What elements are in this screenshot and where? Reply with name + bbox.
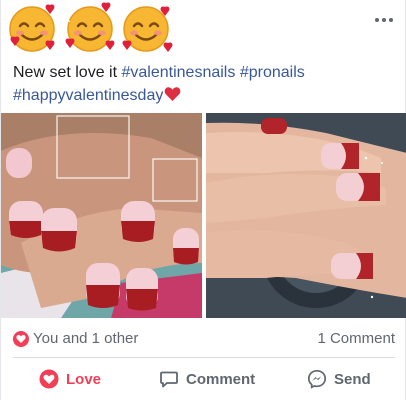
- love-button[interactable]: Love: [39, 366, 101, 392]
- heart-icon: [39, 369, 59, 389]
- caption-text: New set love it: [13, 64, 118, 81]
- smiling-hearts-emoji-icon: [65, 2, 115, 52]
- hashtag-link[interactable]: #valentinesnails: [122, 64, 236, 81]
- reaction-summary[interactable]: You and 1 other: [33, 330, 138, 347]
- more-dot-icon: [382, 18, 386, 22]
- love-label: Love: [66, 370, 102, 388]
- action-bar: Love Comment Send: [1, 362, 406, 396]
- more-dot-icon: [375, 18, 379, 22]
- reaction-bar: You and 1 other 1 Comment: [1, 322, 406, 354]
- comment-button[interactable]: Comment: [159, 366, 255, 392]
- comment-count-link[interactable]: 1 Comment: [317, 330, 395, 347]
- heart-icon: [13, 331, 29, 347]
- smiling-hearts-emoji-icon: [9, 4, 55, 52]
- post-photo-right[interactable]: [206, 113, 406, 318]
- more-options-button[interactable]: [375, 12, 395, 26]
- emoji-row: [5, 2, 180, 58]
- post-photo-left[interactable]: [1, 113, 202, 318]
- send-label: Send: [334, 370, 371, 388]
- comment-bubble-icon: [160, 371, 178, 388]
- photo-grid: [1, 113, 406, 318]
- more-dot-icon: [389, 18, 393, 22]
- smiling-hearts-emoji-icon: [122, 6, 173, 52]
- hashtag-link[interactable]: #pronails: [240, 64, 305, 81]
- red-heart-emoji-icon: [165, 87, 181, 101]
- post-caption: New set love it #valentinesnails #pronai…: [13, 61, 398, 107]
- divider: [13, 357, 395, 358]
- comment-label: Comment: [186, 370, 256, 388]
- send-button[interactable]: Send: [307, 366, 371, 392]
- author-name[interactable]: A: [61, 10, 70, 25]
- hashtag-link[interactable]: #happyvalentinesday: [13, 87, 163, 104]
- post-card: A New set love it #valentinesnails #pron…: [0, 0, 406, 400]
- post-header: A: [1, 0, 406, 60]
- messenger-icon: [307, 369, 327, 389]
